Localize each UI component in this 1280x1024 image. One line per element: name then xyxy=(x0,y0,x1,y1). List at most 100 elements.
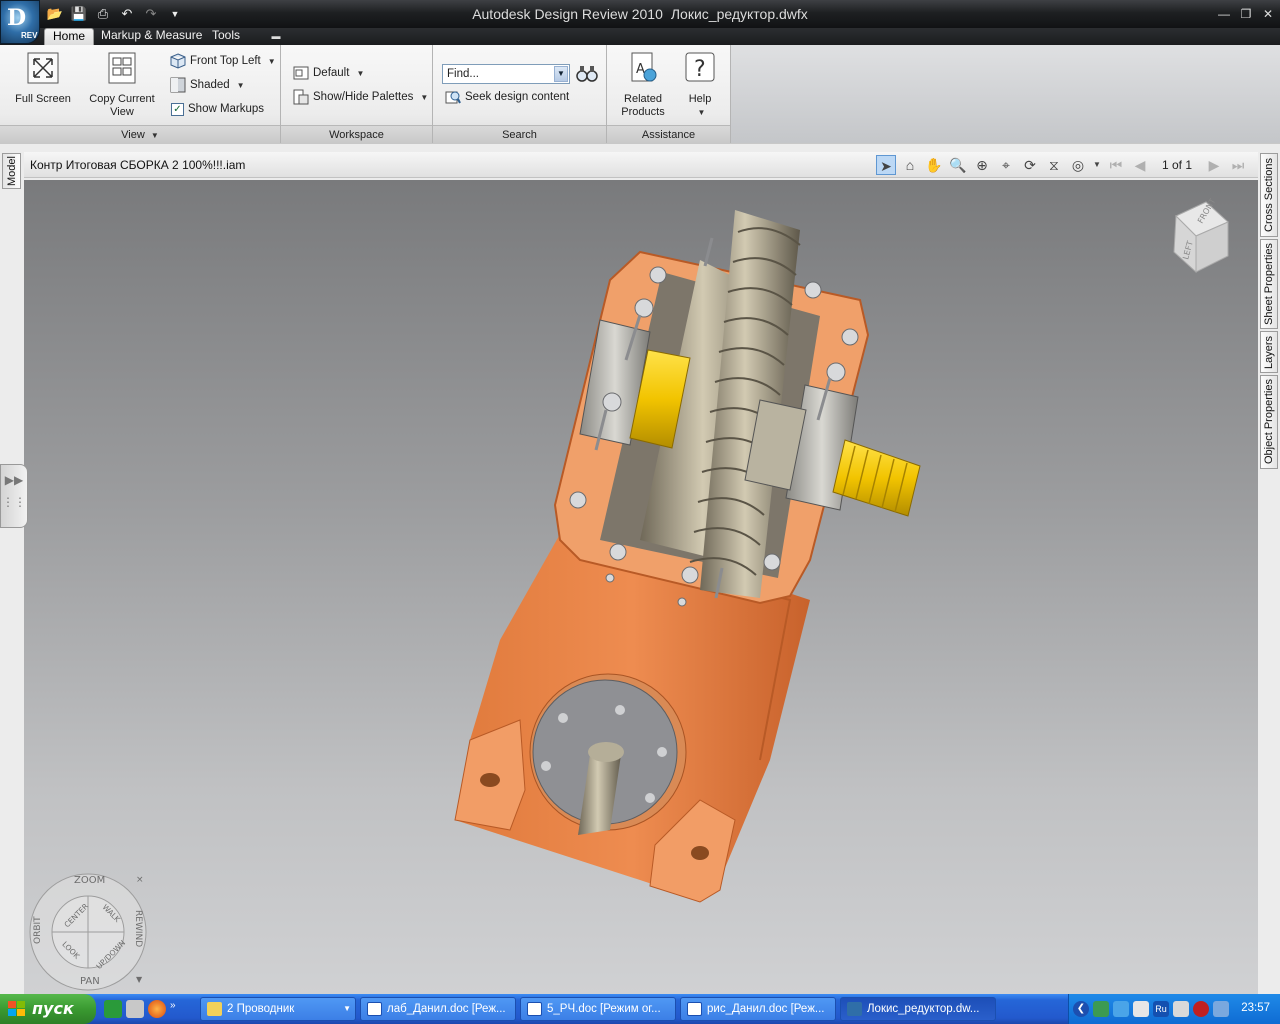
wheel-orbit-label[interactable]: ORBIT xyxy=(33,916,43,944)
workspace-dropdown[interactable]: Default ▼ xyxy=(293,63,364,83)
ribbon-minimize-icon[interactable]: ▬ xyxy=(268,31,284,42)
word-icon xyxy=(687,1002,702,1016)
firefox-icon[interactable] xyxy=(148,1000,166,1018)
zoom-rectangle-icon[interactable]: ⊕ xyxy=(972,155,992,175)
wheel-zoom-label[interactable]: ZOOM xyxy=(74,875,105,886)
related-products-label: Related Products xyxy=(621,93,665,118)
next-page-icon[interactable]: ▶ xyxy=(1204,155,1224,175)
document-header: Контр Итоговая СБОРКА 2 100%!!!.iam ➤ ⌂ … xyxy=(24,152,1258,178)
full-screen-button[interactable]: Full Screen xyxy=(12,51,74,106)
update-icon[interactable] xyxy=(1113,1001,1129,1017)
chevron-down-icon: ▼ xyxy=(267,56,276,66)
panel-search-label: Search xyxy=(433,125,606,143)
find-input[interactable]: Find... ▼ xyxy=(442,64,570,84)
zoom-icon[interactable]: 🔍 xyxy=(948,155,968,175)
wheel-rewind-label[interactable]: REWIND xyxy=(133,910,143,947)
tab-object-properties[interactable]: Object Properties xyxy=(1260,375,1278,469)
view-panel-title: View xyxy=(121,129,145,141)
previous-page-icon[interactable]: ◀ xyxy=(1130,155,1150,175)
folder-icon xyxy=(207,1002,222,1016)
chevron-down-icon: ▼ xyxy=(343,1004,351,1013)
quick-launch-bar: » xyxy=(104,1000,180,1018)
wheel-pan-label[interactable]: PAN xyxy=(80,976,100,987)
taskbar-button-label: Локис_редуктор.dw... xyxy=(867,1003,980,1015)
start-button[interactable]: пуск xyxy=(0,994,96,1024)
bolt-hole xyxy=(480,773,500,787)
taskbar-button-design-review[interactable]: Локис_редуктор.dw... xyxy=(840,997,996,1021)
design-review-logo-icon: D xyxy=(7,5,27,31)
home-icon[interactable]: ⌂ xyxy=(900,155,920,175)
navigation-toolbar: ➤ ⌂ ✋ 🔍 ⊕ ⌖ ⟳ ⧖ ◎ ▼ ⏮ ◀ 1 of 1 ▶ ⏭ xyxy=(875,155,1248,175)
tray-collapse-icon[interactable]: ❮ xyxy=(1073,1001,1089,1017)
tab-home[interactable]: Home xyxy=(44,28,95,45)
tray-alert-icon[interactable] xyxy=(1193,1001,1209,1017)
tab-model[interactable]: Model xyxy=(2,153,21,189)
show-markups-checkbox[interactable]: ✓ Show Markups xyxy=(171,99,264,119)
steering-wheel-icon[interactable]: ◎ xyxy=(1068,155,1088,175)
volume-icon[interactable] xyxy=(1213,1001,1229,1017)
chevron-down-icon[interactable]: ▼ xyxy=(1092,155,1102,175)
seek-design-content-button[interactable]: Seek design content xyxy=(445,87,569,107)
antivirus-icon[interactable] xyxy=(1133,1001,1149,1017)
palette-expand-handle[interactable]: ▶▶ ⋮⋮ xyxy=(0,464,28,528)
svg-text:?: ? xyxy=(694,57,706,82)
media-icon[interactable] xyxy=(126,1000,144,1018)
taskbar-button-word-2[interactable]: 5_РЧ.doc [Режим ог... xyxy=(520,997,676,1021)
window-title: Autodesk Design Review 2010 Локис_редукто… xyxy=(0,6,1280,22)
language-indicator[interactable]: Ru xyxy=(1153,1001,1169,1017)
display-mode-dropdown[interactable]: Shaded ▼ xyxy=(170,75,245,95)
copy-current-view-button[interactable]: Copy Current View xyxy=(86,51,158,119)
ribbon-empty-area xyxy=(731,45,1280,143)
navigation-steering-wheel[interactable]: ZOOM ORBIT REWIND PAN CENTER WALK LOOK U… xyxy=(26,870,154,992)
seek-design-content-label: Seek design content xyxy=(465,91,570,103)
chevron-down-icon: ▼ xyxy=(150,131,159,140)
network-icon[interactable] xyxy=(1093,1001,1109,1017)
show-hide-palettes-label: Show/Hide Palettes xyxy=(313,91,414,103)
chevron-down-icon[interactable]: ▼ xyxy=(554,66,568,82)
taskbar-button-word-3[interactable]: рис_Данил.doc [Реж... xyxy=(680,997,836,1021)
taskbar-button-explorer[interactable]: 2 Проводник ▼ xyxy=(200,997,356,1021)
tray-app-icon[interactable] xyxy=(1173,1001,1189,1017)
restore-icon[interactable]: ❐ xyxy=(1238,6,1254,22)
palettes-icon xyxy=(293,89,309,105)
orbit-icon[interactable]: ⟳ xyxy=(1020,155,1040,175)
workspace-label: Default xyxy=(313,67,350,79)
panel-view-label[interactable]: View ▼ xyxy=(0,125,280,143)
turntable-icon[interactable]: ⧖ xyxy=(1044,155,1064,175)
last-page-icon[interactable]: ⏭ xyxy=(1228,155,1248,175)
minimize-icon[interactable]: — xyxy=(1216,6,1232,22)
view-orientation-dropdown[interactable]: Front Top Left ▼ xyxy=(170,51,276,71)
help-icon: ? xyxy=(685,52,715,82)
tab-tools[interactable]: Tools xyxy=(204,28,248,45)
tab-sheet-properties[interactable]: Sheet Properties xyxy=(1260,239,1278,329)
related-products-icon: A xyxy=(631,52,657,82)
tab-cross-sections[interactable]: Cross Sections xyxy=(1260,153,1278,237)
panel-view: Full Screen Copy Current View Front Top … xyxy=(0,45,281,143)
chevron-down-icon: ▼ xyxy=(356,68,365,78)
select-arrow-icon[interactable]: ➤ xyxy=(875,155,896,175)
chevron-down-icon: ▼ xyxy=(420,92,429,102)
wheel-close-icon[interactable]: × xyxy=(136,875,144,885)
gearbox-model[interactable] xyxy=(24,180,1258,994)
checkbox-checked-icon: ✓ xyxy=(171,102,184,116)
related-products-button[interactable]: A Related Products xyxy=(615,51,671,119)
tab-layers[interactable]: Layers xyxy=(1260,331,1278,373)
taskbar-button-label: лаб_Данил.doc [Реж... xyxy=(387,1003,506,1015)
wheel-menu-icon[interactable]: ▼ xyxy=(136,975,143,984)
file-title: Локис_редуктор.dwfx xyxy=(670,6,808,22)
fit-to-window-icon[interactable]: ⌖ xyxy=(996,155,1016,175)
viewcube[interactable]: FRONT LEFT xyxy=(1166,198,1236,280)
binoculars-icon[interactable] xyxy=(576,64,598,84)
3d-viewport[interactable]: FRONT LEFT ZOOM ORBIT REWIND PAN CENTER … xyxy=(24,180,1258,994)
help-button[interactable]: ? Help ▼ xyxy=(679,51,721,119)
project-icon[interactable] xyxy=(104,1000,122,1018)
quick-launch-more-icon[interactable]: » xyxy=(170,1000,180,1018)
pan-hand-icon[interactable]: ✋ xyxy=(924,155,944,175)
close-icon[interactable]: ✕ xyxy=(1260,6,1276,22)
application-menu-button[interactable]: D REV xyxy=(0,0,40,44)
show-hide-palettes-dropdown[interactable]: Show/Hide Palettes ▼ xyxy=(293,87,428,107)
first-page-icon[interactable]: ⏮ xyxy=(1106,155,1126,175)
cube-icon xyxy=(170,53,186,69)
tab-markup-measure[interactable]: Markup & Measure xyxy=(93,28,210,45)
taskbar-button-word-1[interactable]: лаб_Данил.doc [Реж... xyxy=(360,997,516,1021)
